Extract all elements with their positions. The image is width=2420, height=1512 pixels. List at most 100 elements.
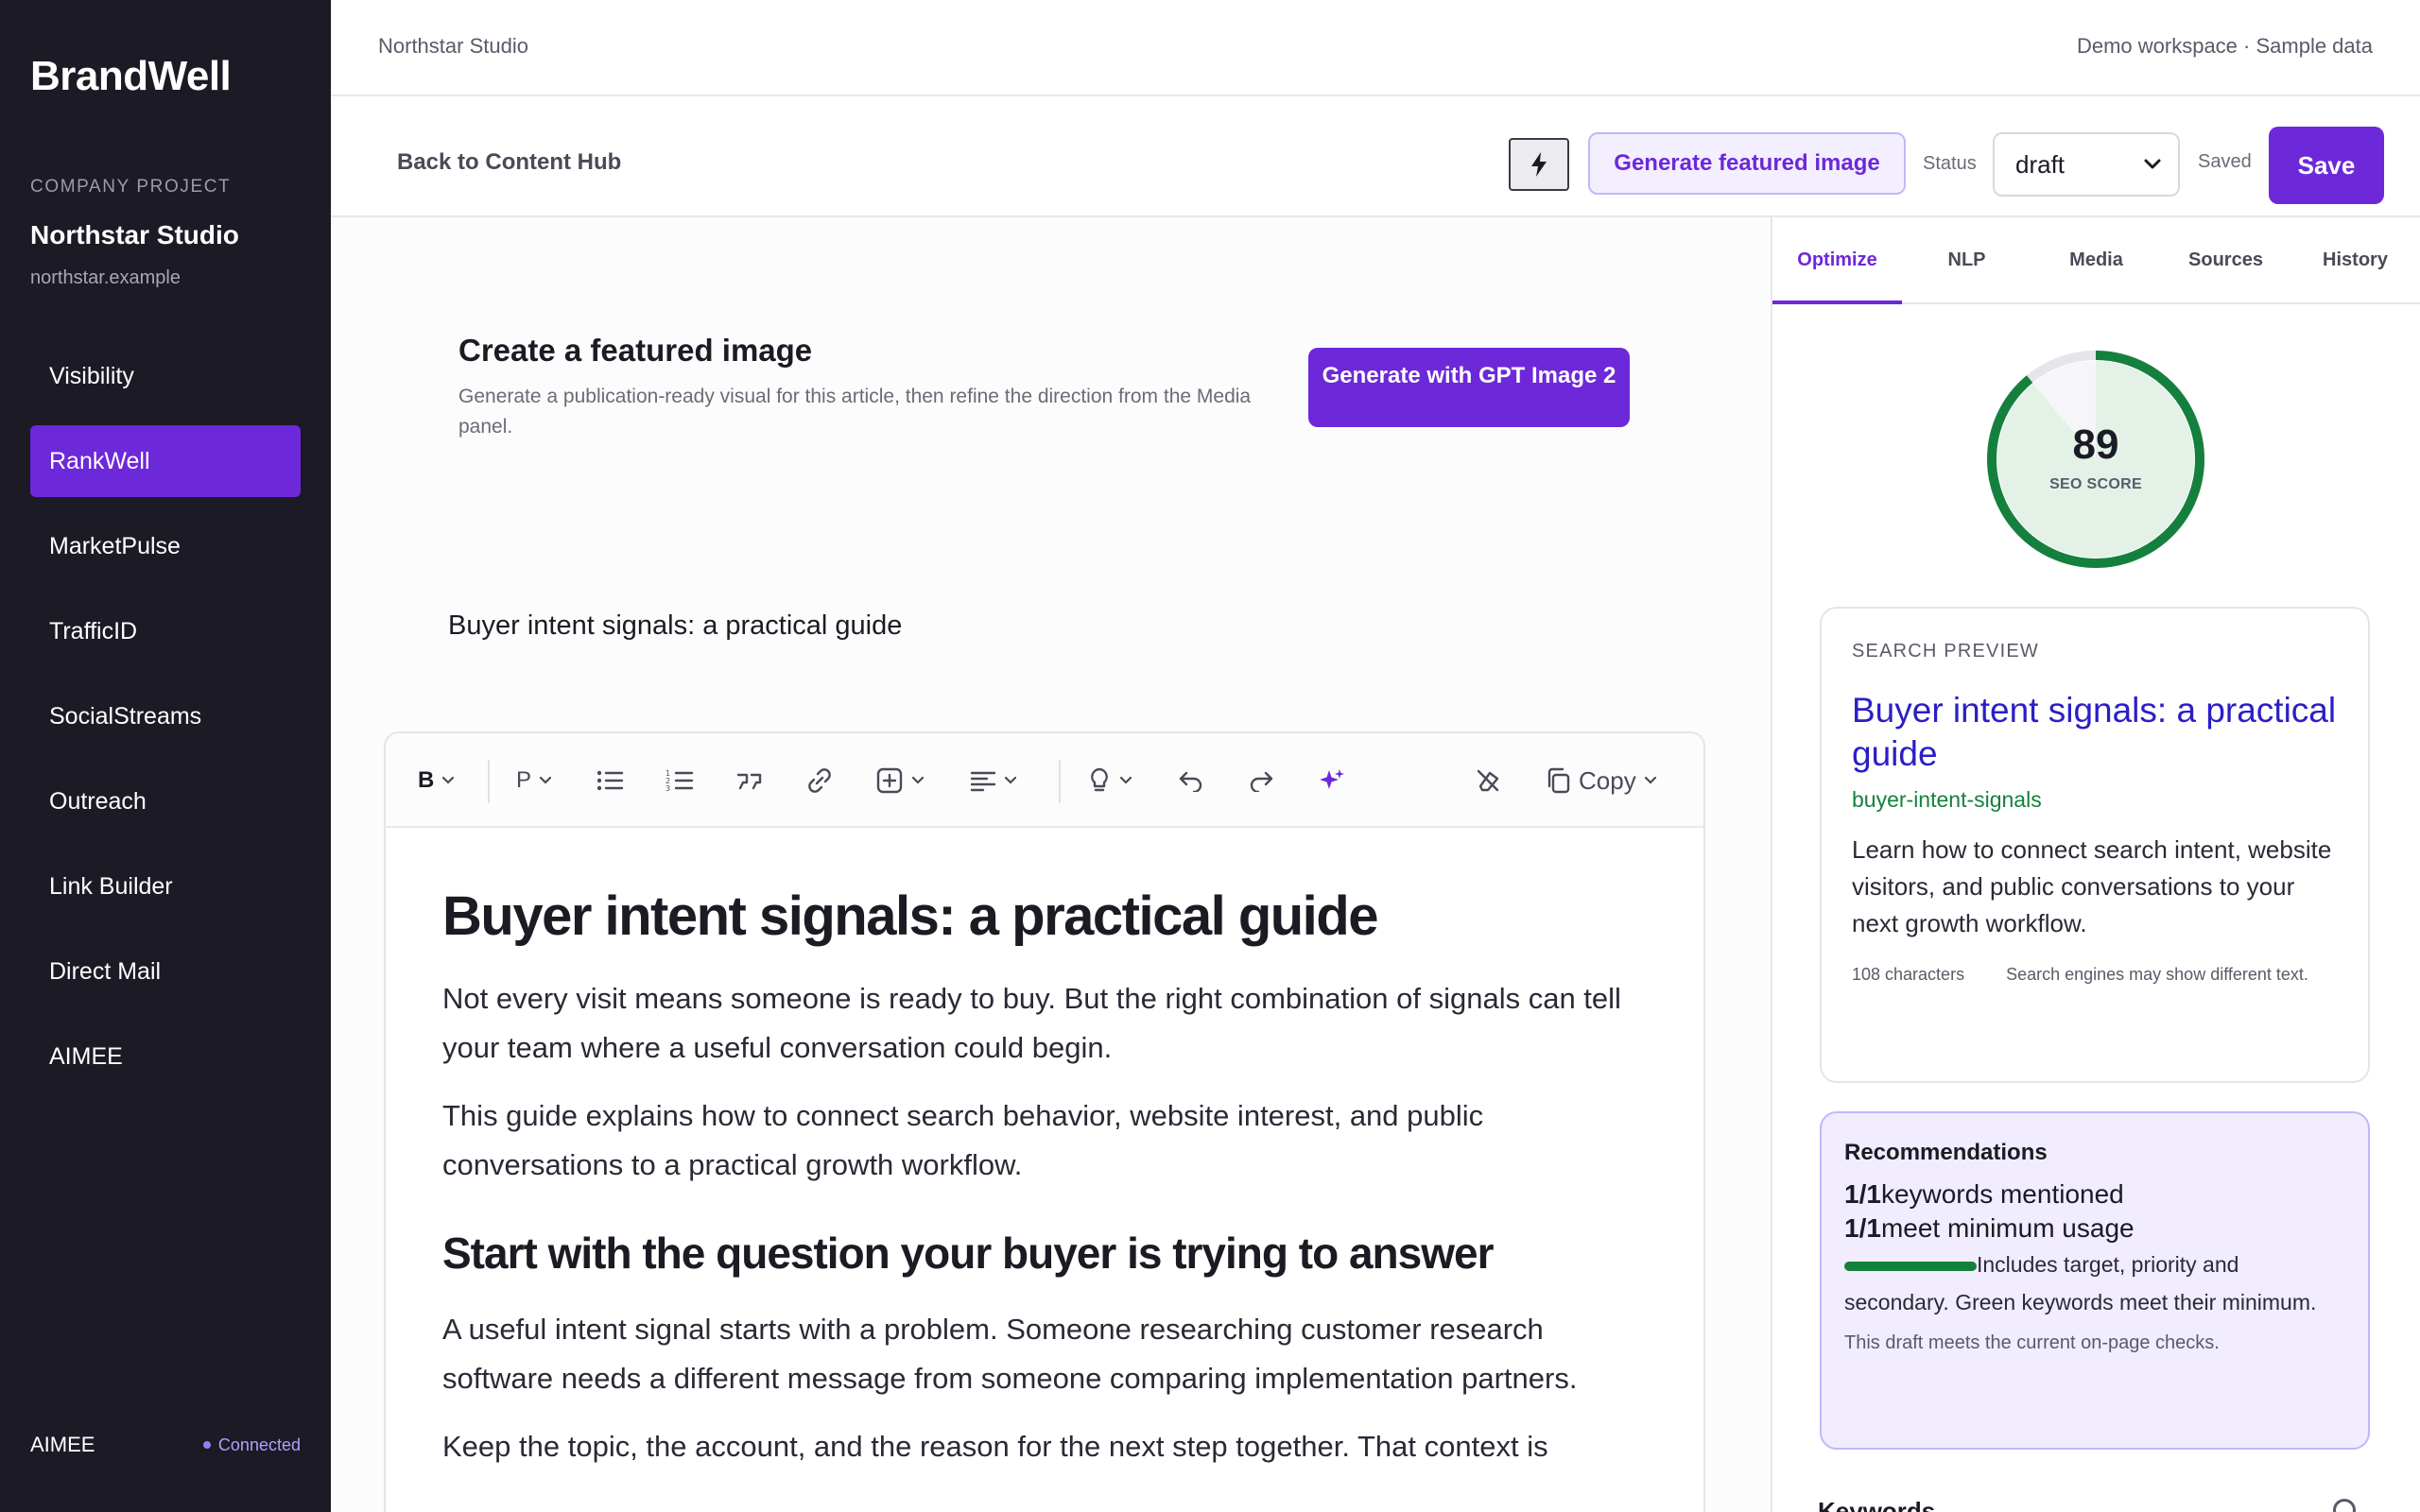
tab-nlp[interactable]: NLP — [1902, 217, 2031, 302]
sidebar-item-visibility[interactable]: Visibility — [30, 340, 301, 412]
status-dot-icon — [202, 1441, 211, 1449]
paragraph-style-dropdown[interactable]: P — [516, 760, 552, 801]
tab-history[interactable]: History — [2290, 217, 2420, 302]
status-value: draft — [2015, 149, 2066, 179]
status-label: Status — [1923, 153, 1977, 174]
sidebar-item-rankwell[interactable]: RankWell — [30, 425, 301, 497]
sidebar: BrandWell COMPANY PROJECT Northstar Stud… — [0, 0, 331, 1512]
sidebar-item-link-builder[interactable]: Link Builder — [30, 850, 301, 922]
minimum-usage-label: meet minimum usage — [1880, 1213, 2135, 1243]
chevron-down-icon — [539, 776, 552, 784]
lightning-icon — [1531, 152, 1547, 177]
recommendations-footer: This draft meets the current on-page che… — [1844, 1332, 2220, 1353]
keywords-mentioned-count: 1/1 — [1844, 1179, 1881, 1209]
lightbulb-icon — [1091, 767, 1108, 792]
connection-status: Connected — [202, 1435, 301, 1455]
quick-action-button[interactable] — [1509, 138, 1569, 191]
recommendations-note: Includes target, priority and secondary.… — [1844, 1246, 2345, 1321]
redo-icon — [1250, 771, 1273, 792]
saved-indicator: Saved — [2198, 151, 2252, 172]
article-title-input[interactable]: Buyer intent signals: a practical guide — [448, 610, 1488, 642]
editor-content[interactable]: Buyer intent signals: a practical guide … — [442, 828, 1647, 1471]
chevron-down-icon — [442, 776, 455, 784]
article-paragraph: Not every visit means someone is ready t… — [442, 982, 1621, 1064]
paragraph-icon: P — [516, 767, 532, 793]
search-preview-url: buyer-intent-signals — [1852, 787, 2042, 812]
generate-featured-image-button[interactable]: Generate featured image — [1588, 132, 1906, 195]
sidebar-item-socialstreams[interactable]: SocialStreams — [30, 680, 301, 752]
search-preview-label: SEARCH PREVIEW — [1852, 641, 2039, 662]
ai-assist-button[interactable] — [1318, 760, 1346, 801]
redo-button[interactable] — [1248, 760, 1274, 801]
editor-main: Create a featured image Generate a publi… — [331, 217, 1771, 1512]
status-select[interactable]: draft — [1993, 132, 2180, 197]
assistant-name[interactable]: AIMEE — [30, 1433, 95, 1457]
article-subheading: Start with the question your buyer is tr… — [442, 1228, 1495, 1278]
article-paragraph: A useful intent signal starts with a pro… — [442, 1313, 1578, 1395]
keyword-progress-bar — [1844, 1261, 1977, 1271]
sidebar-item-trafficid[interactable]: TrafficID — [30, 595, 301, 667]
quote-button[interactable] — [735, 760, 764, 801]
top-bar: Northstar Studio Demo workspace · Sample… — [331, 0, 2420, 96]
insert-dropdown[interactable] — [875, 760, 925, 801]
chevron-down-icon — [1119, 776, 1132, 784]
minimum-usage-stat: 1/1meet minimum usage — [1844, 1213, 2345, 1244]
tab-optimize[interactable]: Optimize — [1772, 217, 1902, 304]
search-preview-title[interactable]: Buyer intent signals: a practical guide — [1852, 689, 2338, 776]
plus-square-icon — [876, 767, 903, 794]
search-preview-card: SEARCH PREVIEW Buyer intent signals: a p… — [1820, 607, 2370, 1083]
seo-score-label: SEO SCORE — [2049, 476, 2142, 492]
recommendations-card: Recommendations 1/1keywords mentioned 1/… — [1820, 1111, 2370, 1450]
seo-score-gauge: 89 SEO SCORE — [1982, 346, 2209, 573]
optimization-panel: Optimize NLP Media Sources History 89 SE… — [1771, 217, 2420, 1512]
link-icon — [808, 768, 831, 793]
toolbar-divider — [1059, 760, 1061, 803]
project-label: COMPANY PROJECT — [30, 177, 232, 197]
bullet-list-icon — [596, 770, 624, 791]
chevron-down-icon — [1644, 776, 1656, 784]
project-domain: northstar.example — [30, 267, 181, 288]
featured-image-description: Generate a publication-ready visual for … — [458, 386, 1252, 438]
article-paragraph: This guide explains how to connect searc… — [442, 1099, 1484, 1181]
back-to-content-hub-link[interactable]: Back to Content Hub — [397, 149, 621, 176]
generate-with-gpt-image-button[interactable]: Generate with GPT Image 2 — [1308, 348, 1630, 427]
align-left-icon — [970, 771, 996, 792]
featured-image-title: Create a featured image — [458, 333, 813, 368]
rich-text-editor: B P 123 Copy Buyer intent signals: a pra… — [384, 731, 1705, 1512]
minimum-usage-count: 1/1 — [1844, 1213, 1881, 1243]
sidebar-item-marketpulse[interactable]: MarketPulse — [30, 510, 301, 582]
formatting-toolbar: B P 123 Copy — [386, 733, 1703, 828]
sidebar-item-aimee[interactable]: AIMEE — [30, 1021, 301, 1092]
bold-dropdown[interactable]: B — [418, 760, 455, 801]
align-dropdown[interactable] — [970, 760, 1017, 801]
search-icon[interactable] — [2333, 1499, 2356, 1512]
copy-icon — [1547, 767, 1570, 794]
quote-icon — [736, 773, 762, 790]
save-button[interactable]: Save — [2269, 127, 2384, 204]
sidebar-item-outreach[interactable]: Outreach — [30, 765, 301, 837]
ideas-dropdown[interactable] — [1087, 760, 1132, 801]
panel-tabs: Optimize NLP Media Sources History — [1772, 217, 2420, 304]
copy-dropdown[interactable]: Copy — [1545, 760, 1657, 801]
project-name: Northstar Studio — [30, 220, 239, 249]
link-button[interactable] — [805, 760, 834, 801]
article-heading: Buyer intent signals: a practical guide — [442, 885, 1378, 947]
brand-logo[interactable]: BrandWell — [30, 53, 232, 100]
search-preview-description: Learn how to connect search intent, webs… — [1852, 835, 2332, 937]
sidebar-item-direct-mail[interactable]: Direct Mail — [30, 936, 301, 1007]
svg-text:3: 3 — [666, 784, 670, 793]
undo-button[interactable] — [1178, 760, 1204, 801]
bullet-list-button[interactable] — [596, 760, 624, 801]
numbered-list-button[interactable]: 123 — [666, 760, 694, 801]
sidebar-footer: AIMEE Connected — [30, 1433, 301, 1457]
sidebar-nav: Visibility RankWell MarketPulse TrafficI… — [30, 340, 301, 1106]
clear-formatting-button[interactable] — [1475, 760, 1501, 801]
keywords-section-title: Keywords — [1818, 1497, 1936, 1512]
recommendations-title: Recommendations — [1844, 1140, 2048, 1165]
article-paragraph: Keep the topic, the account, and the rea… — [442, 1430, 1548, 1463]
tab-media[interactable]: Media — [2031, 217, 2161, 302]
connection-status-label: Connected — [217, 1435, 301, 1454]
tab-sources[interactable]: Sources — [2161, 217, 2290, 302]
copy-label: Copy — [1579, 765, 1636, 795]
numbered-list-icon: 123 — [666, 769, 694, 793]
